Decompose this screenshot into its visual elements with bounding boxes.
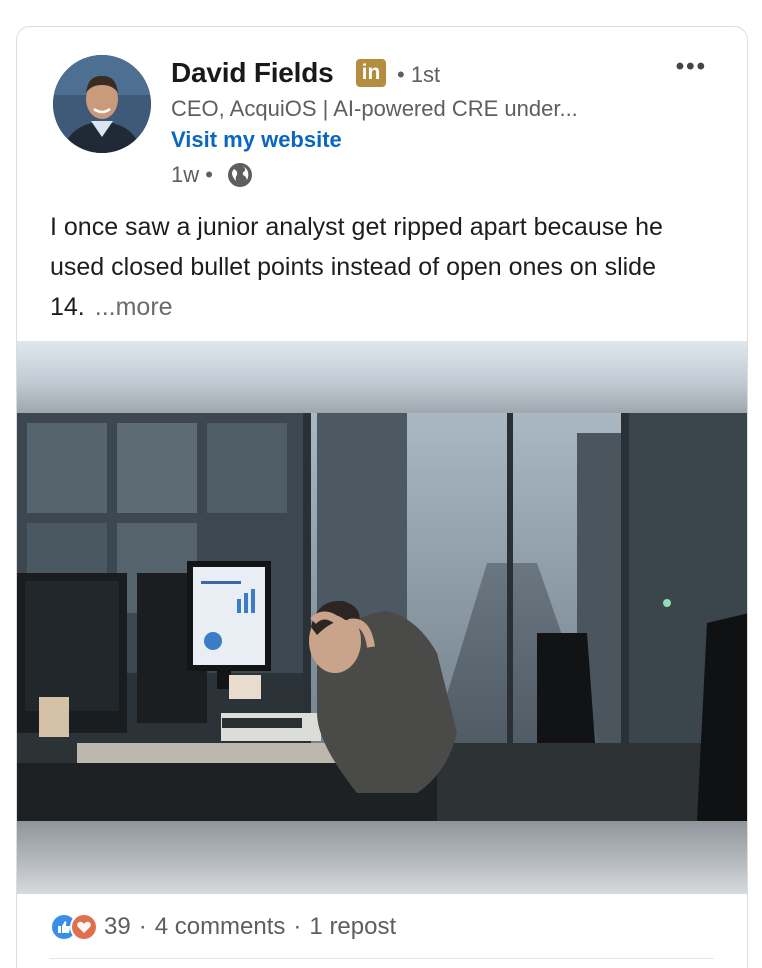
author-name[interactable]: David Fields xyxy=(171,55,334,91)
love-reaction-icon xyxy=(70,913,98,941)
post-body: I once saw a junior analyst get ripped a… xyxy=(50,207,710,327)
reaction-count[interactable]: 39 xyxy=(104,911,131,943)
visit-website-link[interactable]: Visit my website xyxy=(171,126,342,154)
image-blur-bottom xyxy=(17,821,747,894)
reposts-count[interactable]: 1 repost xyxy=(309,911,396,943)
image-blur-top xyxy=(17,341,747,413)
heart-icon xyxy=(77,921,91,933)
linkedin-premium-icon: in xyxy=(356,59,386,87)
office-photo xyxy=(17,413,747,821)
connection-degree: • 1st xyxy=(397,62,441,87)
divider xyxy=(50,958,714,959)
post-image[interactable] xyxy=(17,341,747,894)
separator: · xyxy=(293,913,302,940)
social-counts: 39 · 4 comments · 1 repost xyxy=(50,907,396,947)
post-card: David Fields in • 1st ••• CEO, AcquiOS |… xyxy=(16,26,748,968)
avatar[interactable] xyxy=(53,55,151,153)
comments-count[interactable]: 4 comments xyxy=(155,911,286,943)
separator: · xyxy=(138,913,147,940)
globe-icon xyxy=(228,163,252,187)
reactions-icons[interactable] xyxy=(50,911,104,943)
author-headline: CEO, AcquiOS | AI-powered CRE under... xyxy=(171,96,578,121)
more-options-button[interactable]: ••• xyxy=(676,53,707,81)
post-timestamp: 1w • xyxy=(171,162,213,187)
see-more-link[interactable]: ...more xyxy=(95,293,173,321)
avatar-photo xyxy=(53,55,151,153)
